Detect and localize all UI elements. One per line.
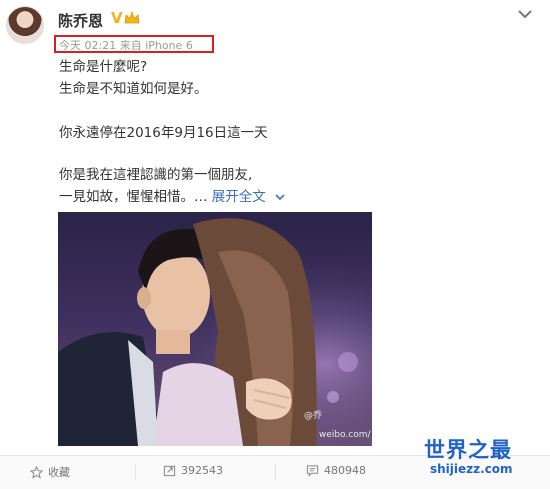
photo-watermark-url: weibo.com/: [319, 430, 371, 440]
site-logo: 世界之最: [424, 438, 512, 462]
verified-icon: V: [111, 9, 123, 27]
post-line: 一見如故，惺惺相惜。…: [59, 189, 208, 205]
post-line: 生命是什麼呢?: [59, 59, 148, 75]
photo-illustration: [58, 212, 372, 446]
crown-icon: [124, 11, 140, 24]
post-line: 生命是不知道如何是好。: [59, 81, 208, 97]
star-icon: [30, 465, 43, 479]
divider: [135, 465, 136, 479]
chevron-down-icon[interactable]: [274, 192, 286, 202]
username[interactable]: 陈乔恩: [58, 10, 103, 31]
comment-count: 480948: [324, 464, 366, 477]
comment-button[interactable]: 480948: [306, 464, 366, 477]
post-meta: 今天 02:21 来自 iPhone 6: [59, 39, 193, 52]
post-photo[interactable]: @乔 weibo.com/: [58, 212, 372, 446]
post-meta-highlight: 今天 02:21 来自 iPhone 6: [54, 35, 214, 53]
favorite-button[interactable]: 收藏: [30, 464, 70, 480]
repost-icon: [163, 465, 176, 477]
favorite-label: 收藏: [48, 466, 70, 479]
repost-count: 392543: [181, 464, 223, 477]
divider: [275, 465, 276, 479]
comment-icon: [306, 465, 319, 477]
chevron-down-icon[interactable]: [515, 6, 535, 22]
avatar[interactable]: [6, 6, 44, 44]
photo-watermark: @乔: [304, 411, 323, 421]
post-line: 你永遠停在2016年9月16日這一天: [59, 125, 268, 141]
expand-full-text-link[interactable]: 展开全文: [212, 189, 266, 205]
site-url: shijiezz.com: [430, 462, 513, 476]
repost-button[interactable]: 392543: [163, 464, 223, 477]
post-line-last: 一見如故，惺惺相惜。… 展开全文: [59, 185, 286, 205]
post-line: 你是我在這裡認識的第一個朋友,: [59, 167, 253, 183]
weibo-post: 陈乔恩 V 今天 02:21 来自 iPhone 6 生命是什麼呢? 生命是不知…: [0, 0, 550, 489]
